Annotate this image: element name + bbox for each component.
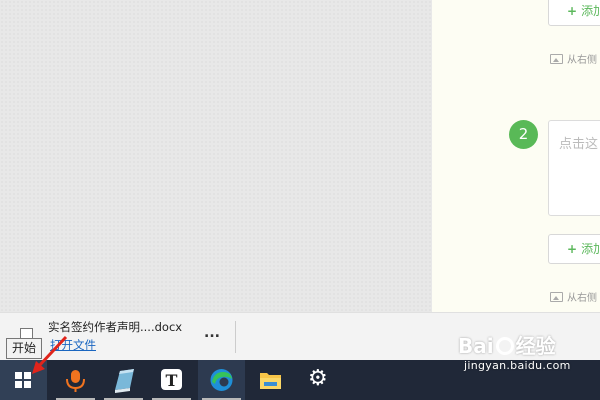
watermark-url: jingyan.baidu.com <box>464 359 571 372</box>
red-arrow-annotation <box>32 335 68 374</box>
baidu-watermark: Bai 经验 jingyan.baidu.com <box>458 330 571 372</box>
paw-icon <box>495 337 514 355</box>
image-icon <box>550 292 563 302</box>
notebook-icon <box>115 369 134 393</box>
watermark-title-left: Bai <box>458 334 494 358</box>
insert-image-link[interactable]: 从右侧 <box>550 51 597 66</box>
notebook-app[interactable] <box>100 360 147 400</box>
t-letter-icon: T <box>161 369 182 390</box>
image-icon <box>550 54 563 64</box>
insert-image-link-2[interactable]: 从右侧 <box>550 289 597 304</box>
add-button-label: 添加 <box>581 4 600 18</box>
edge-browser[interactable] <box>198 360 245 400</box>
svg-text:T: T <box>166 371 178 390</box>
step-text-input[interactable]: 点击这 <box>548 120 600 216</box>
folder-icon <box>260 373 281 389</box>
more-options-button[interactable]: ... <box>200 325 224 345</box>
settings[interactable]: ⚙ <box>296 360 343 400</box>
add-step-button[interactable]: + 添加 <box>548 0 600 26</box>
plus-icon: + <box>567 242 578 256</box>
watermark-title-right: 经验 <box>515 334 556 358</box>
add-button-label: 添加 <box>581 242 600 256</box>
add-step-button-2[interactable]: + 添加 <box>548 234 600 264</box>
image-link-label: 从右侧 <box>567 293 597 304</box>
plus-icon: + <box>567 4 578 18</box>
edge-icon <box>210 369 233 391</box>
downloaded-file-name: 实名签约作者声明....docx <box>48 320 183 334</box>
file-explorer[interactable] <box>247 360 294 400</box>
document-canvas <box>0 0 432 312</box>
image-link-label: 从右侧 <box>567 55 597 66</box>
gear-icon: ⚙ <box>308 366 328 391</box>
typora-app[interactable]: T <box>148 360 195 400</box>
divider <box>235 321 236 353</box>
step-number-badge: 2 <box>509 120 538 149</box>
